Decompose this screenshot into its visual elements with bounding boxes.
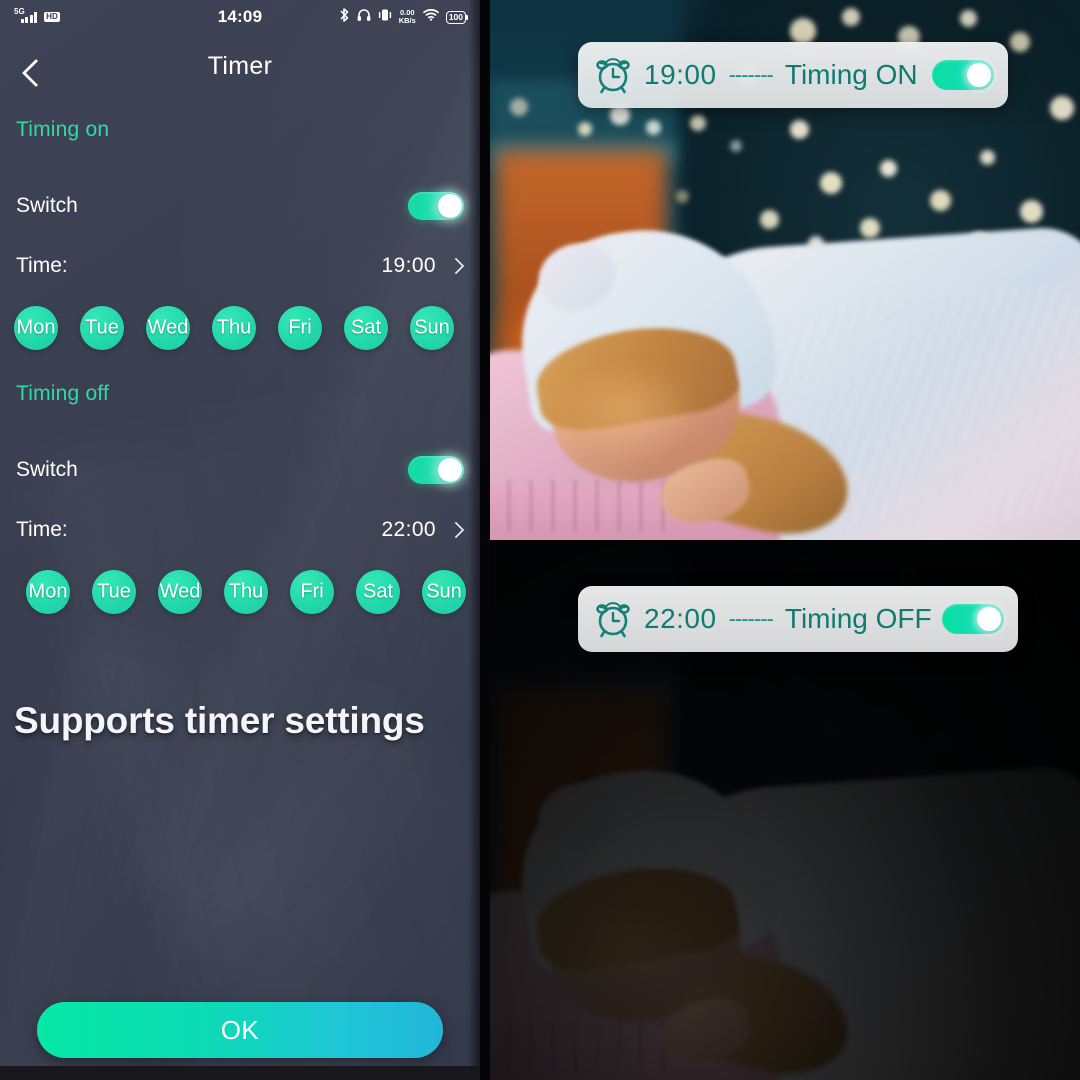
timing-off-switch-label: Switch <box>16 458 78 481</box>
day-chip-label: Wed <box>147 316 189 339</box>
day-chip-label: Thu <box>228 580 264 603</box>
timing-on-time-value: 19:00 <box>381 254 436 277</box>
day-chip-sun[interactable]: Sun <box>410 306 454 350</box>
alarm-clock-icon <box>592 54 634 96</box>
ok-button-container: OK <box>0 1002 480 1058</box>
timing-off-time-label: Time: <box>16 518 68 541</box>
phone-timer-panel: 5G HD 14:09 0.00 KB/s 100 Timer Timing o… <box>0 0 480 1080</box>
day-chip-label: Mon <box>28 580 68 603</box>
photo-lights-on: 19:00 ------- Timing ON <box>490 0 1080 540</box>
page-title: Timer <box>207 52 273 80</box>
photo-lights-off: 22:00 ------- Timing OFF <box>490 540 1080 1080</box>
day-chip-label: Fri <box>300 580 324 603</box>
status-bar-right: 0.00 KB/s 100 <box>339 7 469 28</box>
day-chip-label: Tue <box>97 580 131 603</box>
day-chip-thu[interactable]: Thu <box>212 306 256 350</box>
overlay-dashes: ------- <box>728 606 774 631</box>
day-chip-label: Sat <box>350 316 382 339</box>
headphones-icon <box>357 8 371 27</box>
day-chip-label: Fri <box>288 316 312 339</box>
battery-indicator: 100 <box>445 10 469 24</box>
timer-settings-content: Timing on Switch Time: 19:00 Mon Tue Wed… <box>0 118 480 614</box>
timing-off-switch-row: Switch <box>0 452 480 488</box>
panel-edge-shadow <box>468 0 480 1080</box>
overlay-toggle-switch[interactable] <box>942 604 1004 634</box>
day-chip-wed[interactable]: Wed <box>146 306 190 350</box>
day-chip-sat[interactable]: Sat <box>344 306 388 350</box>
chevron-right-icon[interactable] <box>447 521 465 539</box>
timing-off-switch-toggle[interactable] <box>408 456 464 484</box>
day-chip-label: Tue <box>85 316 119 339</box>
day-chip-sun[interactable]: Sun <box>422 570 466 614</box>
day-chip-fri[interactable]: Fri <box>290 570 334 614</box>
data-rate-indicator: 0.00 KB/s <box>399 9 416 25</box>
day-chip-mon[interactable]: Mon <box>26 570 70 614</box>
alarm-clock-icon <box>592 598 634 640</box>
navigation-bar: Timer <box>0 46 480 106</box>
overlay-time-value: 22:00 <box>644 603 717 634</box>
overlay-status-label: Timing OFF <box>784 603 932 634</box>
timing-off-time-row[interactable]: Time: 22:00 <box>0 512 480 548</box>
day-chip-label: Sun <box>414 316 450 339</box>
overlay-dashes: ------- <box>728 62 774 87</box>
day-chip-mon[interactable]: Mon <box>14 306 58 350</box>
day-chip-label: Sun <box>426 580 462 603</box>
overlay-card-timing-off: 22:00 ------- Timing OFF <box>578 586 1018 652</box>
overlay-status-label: Timing ON <box>784 59 918 90</box>
back-chevron-icon[interactable] <box>18 56 46 90</box>
overlay-toggle-switch[interactable] <box>932 60 994 90</box>
day-chip-tue[interactable]: Tue <box>80 306 124 350</box>
bottom-bar <box>0 1066 480 1080</box>
timing-off-day-selector: Mon Tue Wed Thu Fri Sat Sun <box>0 570 480 614</box>
day-chip-label: Thu <box>216 316 252 339</box>
timing-on-switch-label: Switch <box>16 194 78 217</box>
marketing-tagline: Supports timer settings <box>14 700 425 741</box>
overlay-card-timing-on: 19:00 ------- Timing ON <box>578 42 1008 108</box>
day-chip-sat[interactable]: Sat <box>356 570 400 614</box>
timing-on-day-selector: Mon Tue Wed Thu Fri Sat Sun <box>0 306 480 350</box>
ok-button[interactable]: OK <box>37 1002 443 1058</box>
product-photo-column: 19:00 ------- Timing ON 22:00 ------- Ti… <box>480 0 1080 1080</box>
status-bar: 5G HD 14:09 0.00 KB/s 100 <box>0 0 480 34</box>
bluetooth-icon <box>339 7 350 28</box>
timing-off-heading: Timing off <box>16 382 110 405</box>
timing-on-switch-row: Switch <box>0 188 480 224</box>
day-chip-tue[interactable]: Tue <box>92 570 136 614</box>
overlay-time-value: 19:00 <box>644 59 717 90</box>
timing-on-heading: Timing on <box>16 118 110 141</box>
app-screenshot: 5G HD 14:09 0.00 KB/s 100 Timer Timing o… <box>0 0 1080 1080</box>
day-chip-label: Mon <box>16 316 56 339</box>
chevron-right-icon[interactable] <box>447 257 465 275</box>
day-chip-thu[interactable]: Thu <box>224 570 268 614</box>
vibrate-icon <box>378 8 392 27</box>
day-chip-label: Wed <box>159 580 201 603</box>
timing-on-time-label: Time: <box>16 254 68 277</box>
timing-on-switch-toggle[interactable] <box>408 192 464 220</box>
day-chip-fri[interactable]: Fri <box>278 306 322 350</box>
timing-on-time-row[interactable]: Time: 19:00 <box>0 248 480 284</box>
day-chip-wed[interactable]: Wed <box>158 570 202 614</box>
data-rate-unit: KB/s <box>398 16 416 25</box>
wifi-icon <box>422 8 439 26</box>
day-chip-label: Sat <box>362 580 394 603</box>
timing-off-time-value: 22:00 <box>381 518 436 541</box>
